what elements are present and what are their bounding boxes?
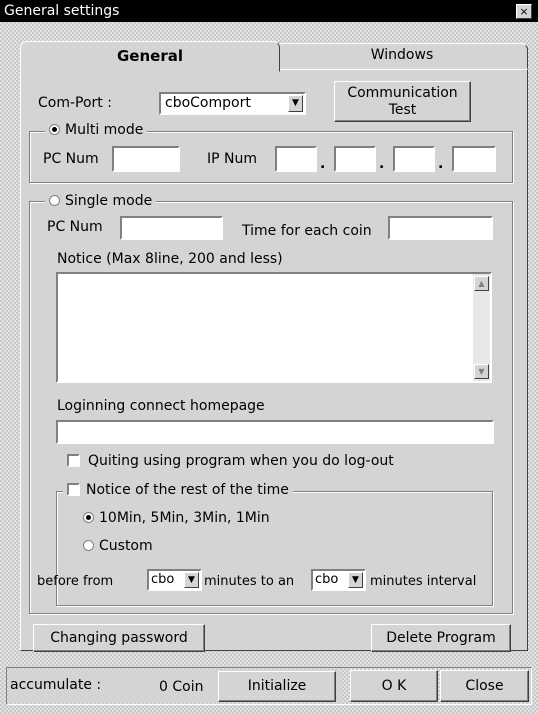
- change-password-label: Changing password: [50, 630, 188, 646]
- single-mode-radio[interactable]: Single mode: [45, 192, 157, 210]
- quit-on-logout-label: Quiting using program when you do log-ou…: [88, 453, 394, 469]
- time-for-each-coin-input[interactable]: [388, 216, 493, 240]
- coin-value: 0 Coin: [159, 679, 204, 695]
- status-left-panel: accumulate : 0 Coin Initialize: [8, 669, 339, 703]
- single-pc-num-input[interactable]: [120, 216, 223, 240]
- tab-general-label: General: [117, 47, 183, 65]
- communication-test-button[interactable]: Communication Test: [334, 81, 471, 122]
- change-password-button[interactable]: Changing password: [33, 624, 205, 652]
- close-icon: ×: [519, 5, 529, 18]
- ip-separator: .: [320, 156, 326, 172]
- quit-on-logout-checkbox[interactable]: Quiting using program when you do log-ou…: [67, 452, 394, 470]
- general-tab-panel: Com-Port : cboComport ▼ Communication Te…: [20, 69, 528, 652]
- ip-num-label: IP Num: [207, 151, 258, 167]
- rest-time-checkbox-box[interactable]: [67, 483, 80, 496]
- multi-mode-label: Multi mode: [65, 122, 144, 138]
- rest-time-option-custom-label: Custom: [99, 538, 153, 554]
- initialize-button[interactable]: Initialize: [218, 671, 336, 702]
- homepage-input[interactable]: [56, 420, 494, 444]
- communication-test-line1: Communication: [347, 85, 458, 101]
- ip-octet-2-input[interactable]: [334, 146, 376, 172]
- time-for-each-coin-label: Time for each coin: [242, 223, 372, 239]
- scroll-down-icon[interactable]: ▼: [474, 364, 489, 379]
- ok-button[interactable]: O K: [350, 670, 438, 702]
- rest-time-checkbox[interactable]: Notice of the rest of the time: [63, 481, 293, 499]
- rest-time-option-preset-indicator[interactable]: [83, 512, 94, 523]
- comport-label: Com-Port :: [38, 95, 112, 111]
- multi-pc-num-label: PC Num: [43, 151, 99, 167]
- rest-time-option-custom-indicator[interactable]: [83, 540, 94, 551]
- multi-pc-num-input[interactable]: [112, 146, 180, 172]
- tab-windows-label: Windows: [370, 47, 434, 63]
- rest-time-option-preset-label: 10Min, 5Min, 3Min, 1Min: [99, 510, 270, 526]
- minutes-interval-label: minutes interval: [370, 574, 477, 589]
- rest-time-option-custom[interactable]: Custom: [83, 537, 153, 555]
- multi-mode-radio[interactable]: Multi mode: [45, 121, 148, 139]
- ip-separator: .: [438, 156, 444, 172]
- scroll-up-icon[interactable]: ▲: [474, 276, 489, 291]
- close-label: Close: [465, 678, 504, 694]
- comport-select-value: cboComport: [165, 95, 251, 111]
- minutes-to-an-label: minutes to an: [204, 574, 295, 589]
- accumulate-label: accumulate :: [10, 677, 102, 693]
- ip-octet-4-input[interactable]: [452, 146, 496, 172]
- ip-octet-1-input[interactable]: [275, 146, 317, 172]
- close-button[interactable]: Close: [440, 670, 529, 702]
- settings-window: General settings × General Windows Com-P…: [0, 0, 538, 713]
- close-window-button[interactable]: ×: [516, 4, 532, 19]
- initialize-label: Initialize: [247, 678, 307, 694]
- quit-on-logout-checkbox-box[interactable]: [67, 454, 80, 467]
- rest-to-select[interactable]: cbo ▼: [311, 569, 366, 591]
- delete-program-label: Delete Program: [386, 630, 496, 646]
- homepage-label: Loginning connect homepage: [57, 398, 265, 414]
- tab-general[interactable]: General: [20, 41, 280, 72]
- ok-label: O K: [381, 678, 407, 694]
- chevron-down-icon[interactable]: ▼: [184, 572, 199, 588]
- single-pc-num-label: PC Num: [47, 219, 103, 235]
- rest-time-label: Notice of the rest of the time: [86, 482, 289, 498]
- comport-select[interactable]: cboComport ▼: [159, 92, 306, 115]
- notice-scrollbar[interactable]: ▲ ▼: [473, 274, 490, 381]
- delete-program-button[interactable]: Delete Program: [371, 624, 511, 652]
- tab-windows[interactable]: Windows: [276, 43, 528, 69]
- single-mode-radio-indicator[interactable]: [49, 195, 60, 206]
- rest-from-select-value: cbo: [151, 572, 175, 587]
- notice-label: Notice (Max 8line, 200 and less): [57, 251, 283, 267]
- rest-time-option-preset[interactable]: 10Min, 5Min, 3Min, 1Min: [83, 509, 270, 527]
- window-title: General settings: [4, 3, 120, 19]
- chevron-down-icon[interactable]: ▼: [348, 572, 363, 588]
- chevron-down-icon[interactable]: ▼: [288, 95, 303, 112]
- communication-test-line2: Test: [388, 102, 417, 118]
- rest-from-select[interactable]: cbo ▼: [147, 569, 202, 591]
- ip-octet-3-input[interactable]: [393, 146, 435, 172]
- single-mode-label: Single mode: [65, 193, 153, 209]
- ip-separator: .: [379, 156, 385, 172]
- title-bar[interactable]: General settings ×: [0, 0, 538, 22]
- before-from-label: before from: [37, 574, 114, 589]
- multi-mode-radio-indicator[interactable]: [49, 124, 60, 135]
- rest-to-select-value: cbo: [315, 572, 339, 587]
- notice-textarea[interactable]: ▲ ▼: [56, 272, 492, 383]
